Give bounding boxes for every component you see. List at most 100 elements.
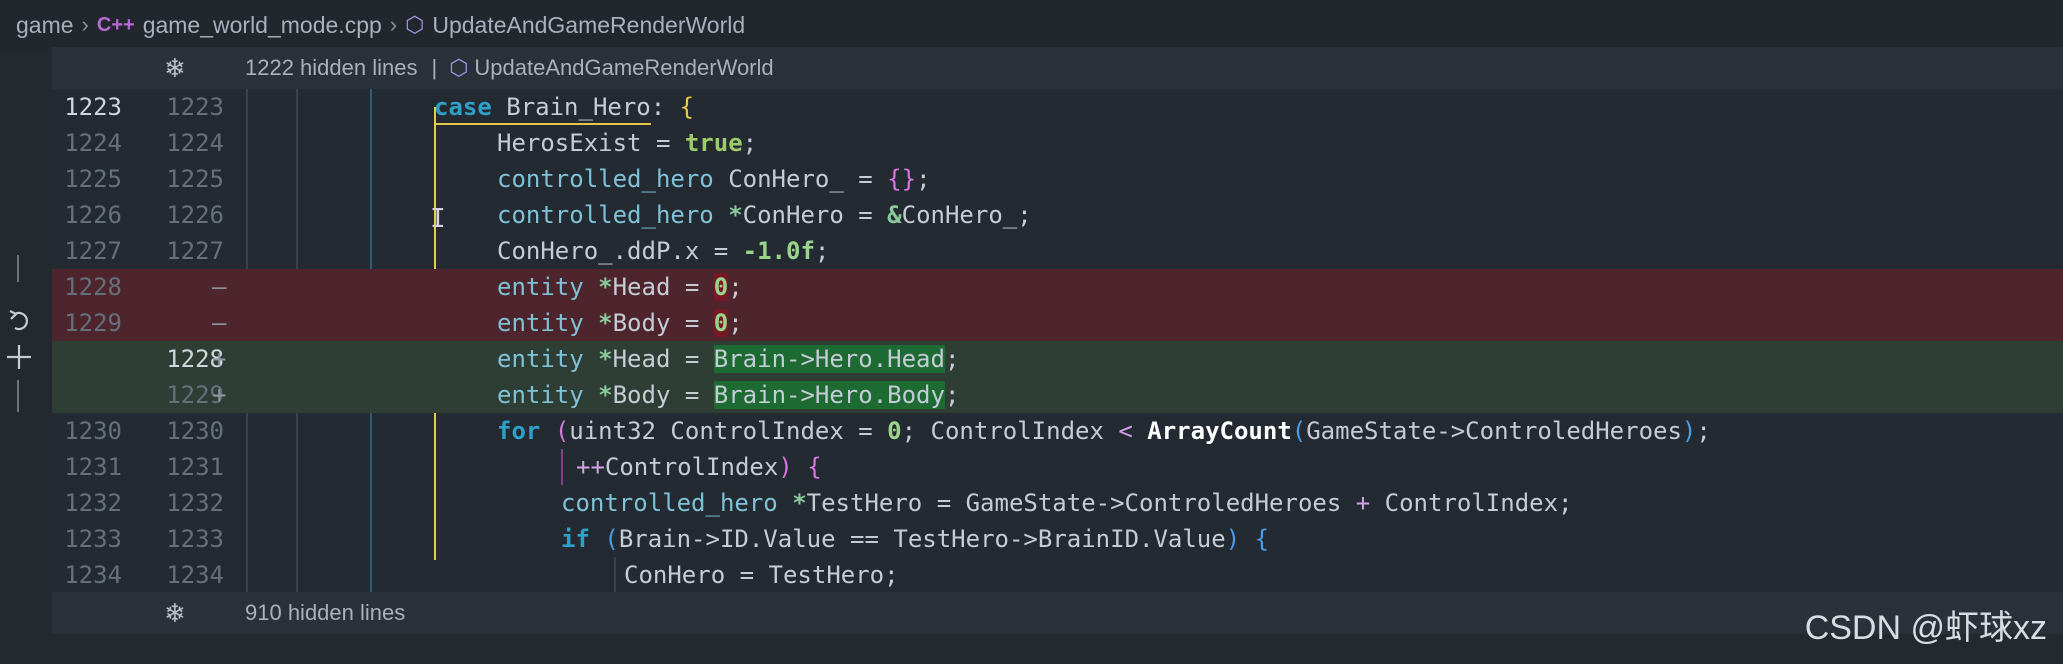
identifier: ConHero_ — [728, 165, 844, 193]
old-line-number: 1227 — [64, 237, 122, 265]
identifier: Head — [612, 273, 671, 301]
operator: * — [598, 273, 613, 301]
fold-icon[interactable]: ❄ — [164, 598, 186, 629]
type-name: uint32 — [569, 417, 656, 445]
identifier: TestHero — [806, 489, 923, 517]
watermark: CSDN @虾球xz — [1804, 609, 2047, 647]
code-line[interactable]: 1232 1232 controlled_hero *TestHero = Ga… — [52, 485, 2063, 521]
paren: ) — [1681, 417, 1697, 445]
identifier: HerosExist — [497, 129, 642, 157]
type-name: controlled_hero — [497, 165, 714, 193]
identifier: GameState->ControledHeroes — [965, 489, 1342, 517]
type-name: controlled_hero — [497, 201, 714, 229]
code-line[interactable]: 1225 1225 controlled_hero ConHero_ = {}; — [52, 161, 2063, 197]
new-line-number: 1232 — [166, 489, 224, 517]
paren: ) — [1225, 525, 1241, 553]
identifier: ControlIndex — [604, 453, 779, 481]
identifier: GameState->ControledHeroes — [1306, 417, 1682, 445]
paren: ( — [1291, 417, 1307, 445]
identifier: Brain->Hero.Body — [713, 381, 945, 409]
identifier: TestHero; — [768, 561, 899, 589]
code-line[interactable]: 1234 1234 ConHero = TestHero; — [52, 557, 2063, 592]
removed-line[interactable]: 1229 — entity *Body = 0; — [52, 305, 2063, 341]
identifier: Brain->ID.Value — [618, 525, 836, 553]
code-line[interactable]: 1224 1224 HerosExist = true; — [52, 125, 2063, 161]
diff-editor[interactable]: 1223 1223 case Brain_Hero: { 1224 1224 H… — [52, 89, 2063, 592]
operator: = — [713, 237, 729, 265]
fold-symbol: UpdateAndGameRenderWorld — [474, 55, 774, 80]
operator: = — [936, 489, 952, 517]
type-name: entity — [497, 345, 584, 373]
number-literal: 0 — [713, 309, 729, 337]
operator: = — [739, 561, 755, 589]
old-line-number: 1233 — [64, 525, 122, 553]
added-line[interactable]: 1228 + entity *Head = Brain->Hero.Head; — [52, 341, 2063, 377]
code-line[interactable]: 1227 1227 ConHero_.ddP.x = -1.0f; — [52, 233, 2063, 269]
added-line[interactable]: 1229 + entity *Body = Brain->Hero.Body; — [52, 377, 2063, 413]
operator: = — [684, 309, 700, 337]
code-line[interactable]: 1231 1231 ++ControlIndex) { — [52, 449, 2063, 485]
old-line-number: 1223 — [64, 93, 122, 121]
operator: = — [684, 345, 700, 373]
identifier: TestHero->BrainID.Value — [893, 525, 1226, 553]
added-marker: + — [212, 381, 227, 409]
paren: ( — [604, 525, 619, 553]
fold-separator: | — [431, 55, 438, 80]
code-line[interactable]: 1223 1223 case Brain_Hero: { — [52, 89, 2063, 125]
old-line-number: 1234 — [64, 561, 122, 589]
add-icon[interactable] — [4, 342, 34, 372]
breadcrumb-file[interactable]: game_world_mode.cpp — [143, 12, 382, 39]
operator: * — [598, 345, 613, 373]
operator: * — [792, 489, 807, 517]
hidden-lines-count: 910 hidden lines — [245, 600, 406, 625]
identifier: Body — [612, 309, 671, 337]
removed-line[interactable]: 1228 — entity *Head = 0; — [52, 269, 2063, 305]
keyword: case — [434, 93, 492, 121]
new-line-number: 1224 — [166, 129, 224, 157]
removed-marker: — — [212, 273, 227, 301]
old-line-number: 1232 — [64, 489, 122, 517]
old-line-number: 1229 — [64, 309, 122, 337]
literal: true — [684, 129, 743, 157]
brace: { — [807, 453, 822, 481]
punctuation: ; — [742, 129, 758, 157]
new-line-number: 1234 — [166, 561, 224, 589]
operator: == — [850, 525, 879, 553]
keyword: if — [561, 525, 590, 553]
text-cursor-icon: I — [430, 204, 446, 234]
diff-gutter — [0, 50, 52, 660]
breadcrumb-folder[interactable]: game — [16, 12, 74, 39]
new-line-number: 1227 — [166, 237, 224, 265]
operator: & — [887, 201, 902, 229]
identifier: Brain->Hero.Head — [713, 345, 945, 373]
code-line[interactable]: 1233 1233 if (Brain->ID.Value == TestHer… — [52, 521, 2063, 557]
identifier: Head — [612, 345, 671, 373]
number-literal: 0 — [713, 273, 729, 301]
keyword: for — [497, 417, 541, 445]
code-line[interactable]: 1230 1230 for (uint32 ControlIndex = 0; … — [52, 413, 2063, 449]
fold-icon[interactable]: ❄ — [164, 53, 186, 84]
brace: {} — [887, 165, 917, 193]
old-line-number: 1228 — [64, 273, 122, 301]
breadcrumb-symbol[interactable]: UpdateAndGameRenderWorld — [432, 12, 745, 39]
new-line-number: 1233 — [166, 525, 224, 553]
number-literal: 0 — [887, 417, 902, 445]
operator: = — [684, 273, 700, 301]
hidden-lines-fold-bottom[interactable]: ❄ 910 hidden lines — [52, 592, 2063, 634]
identifier: Brain_Hero: — [506, 93, 666, 121]
revert-icon[interactable] — [6, 306, 34, 334]
identifier: ControlIndex; — [1384, 489, 1573, 517]
code-line[interactable]: 1226 1226 controlled_hero *ConHero = &Co… — [52, 197, 2063, 233]
chevron-right-icon: › — [81, 12, 89, 37]
paren: ( — [554, 417, 570, 445]
type-name: entity — [497, 381, 584, 409]
punctuation: ; — [1696, 417, 1711, 445]
old-line-number: 1224 — [64, 129, 122, 157]
operator: * — [728, 201, 743, 229]
new-line-number: 1226 — [166, 201, 224, 229]
new-line-number: 1231 — [166, 453, 224, 481]
punctuation: ; — [944, 381, 960, 409]
operator: = — [858, 165, 873, 193]
type-name: entity — [497, 273, 584, 301]
hidden-lines-fold-top[interactable]: ❄ 1222 hidden lines | ⬡ UpdateAndGameRender… — [52, 47, 2063, 89]
